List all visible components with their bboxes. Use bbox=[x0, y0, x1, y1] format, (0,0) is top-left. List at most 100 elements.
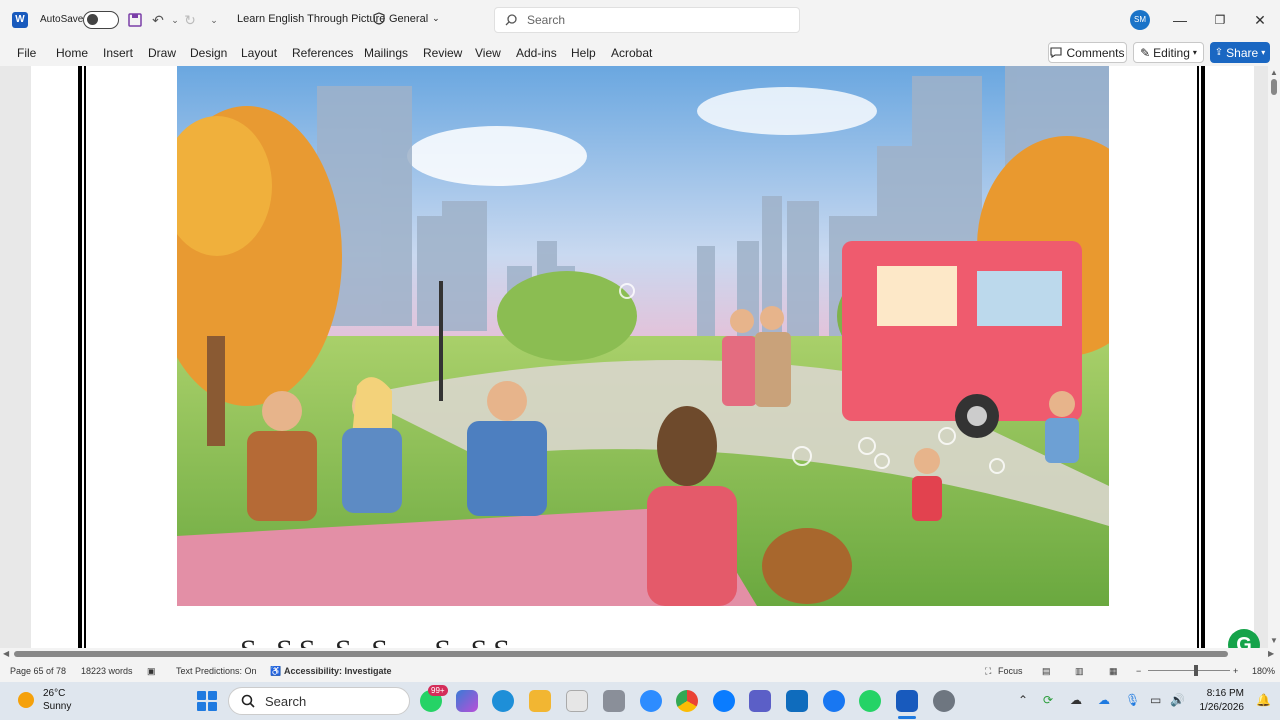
microphone-icon[interactable]: 🎙 bbox=[1125, 693, 1140, 707]
redo-icon[interactable]: ↻ bbox=[180, 10, 200, 30]
notifications-icon[interactable]: 🔔 bbox=[1256, 693, 1271, 707]
share-label: Share bbox=[1226, 45, 1259, 60]
search-icon bbox=[505, 14, 517, 26]
search-placeholder: Search bbox=[527, 13, 566, 27]
document-title[interactable]: Learn English Through Picture bbox=[237, 13, 385, 25]
accessibility-status[interactable]: Accessibility: Investigate bbox=[284, 666, 392, 676]
tab-home[interactable]: Home bbox=[56, 46, 88, 60]
text-predictions-status[interactable]: Text Predictions: On bbox=[176, 666, 257, 676]
tab-insert[interactable]: Insert bbox=[103, 46, 133, 60]
tab-view[interactable]: View bbox=[475, 46, 501, 60]
word-taskbar-icon[interactable] bbox=[896, 690, 918, 712]
read-mode-icon[interactable]: ▤ bbox=[1042, 666, 1051, 677]
comment-icon bbox=[1050, 47, 1063, 58]
horizontal-scrollbar[interactable]: ◀ ▶ bbox=[0, 648, 1280, 660]
web-layout-icon[interactable]: ▦ bbox=[1109, 666, 1118, 677]
title-bar: W AutoSave ↶ ⌄ ↻ ⌄ Learn English Through… bbox=[0, 0, 1280, 40]
copilot-icon[interactable] bbox=[456, 690, 478, 712]
park-scene-illustration[interactable] bbox=[177, 66, 1109, 606]
focus-button[interactable]: Focus bbox=[998, 666, 1023, 676]
tab-acrobat[interactable]: Acrobat bbox=[611, 46, 652, 60]
document-canvas[interactable]: S SS S S , S SS bbox=[0, 66, 1268, 648]
tab-design[interactable]: Design bbox=[190, 46, 227, 60]
zoom-out-icon[interactable]: − bbox=[1136, 666, 1141, 676]
mail-icon[interactable] bbox=[603, 690, 625, 712]
facebook-icon[interactable] bbox=[823, 690, 845, 712]
word-count[interactable]: 18223 words bbox=[81, 666, 133, 676]
outlook-icon[interactable] bbox=[786, 690, 808, 712]
ribbon-tabs: File Home Insert Draw Design Layout Refe… bbox=[0, 40, 1280, 66]
start-button[interactable] bbox=[197, 691, 217, 711]
tab-mailings[interactable]: Mailings bbox=[364, 46, 408, 60]
editing-label: Editing bbox=[1153, 45, 1190, 60]
scroll-down-arrow-icon[interactable]: ▼ bbox=[1270, 636, 1278, 645]
settings-gear-icon[interactable] bbox=[933, 690, 955, 712]
scroll-up-arrow-icon[interactable]: ▲ bbox=[1270, 68, 1278, 77]
chevron-down-icon: ▾ bbox=[1192, 48, 1197, 57]
clock-date: 1/26/2026 bbox=[1199, 702, 1245, 713]
restore-button[interactable]: ❐ bbox=[1210, 10, 1230, 30]
horizontal-scroll-thumb[interactable] bbox=[14, 651, 1228, 657]
sun-icon[interactable] bbox=[18, 692, 34, 708]
sensitivity-label[interactable]: General ⌄ bbox=[373, 12, 440, 25]
toggle-knob bbox=[87, 14, 98, 25]
editing-mode-button[interactable]: ✎ Editing ▾ bbox=[1133, 42, 1204, 63]
share-icon: ⇪ bbox=[1214, 47, 1224, 58]
cloud-icon[interactable]: ☁ bbox=[1070, 693, 1082, 707]
comments-button[interactable]: Comments bbox=[1048, 42, 1127, 63]
close-button[interactable]: ✕ bbox=[1250, 10, 1270, 30]
proofing-icon[interactable]: ▣ bbox=[147, 666, 156, 677]
minimize-button[interactable]: — bbox=[1170, 10, 1190, 30]
onedrive-icon[interactable]: ☁ bbox=[1098, 693, 1110, 707]
vertical-scroll-thumb[interactable] bbox=[1271, 79, 1277, 95]
tab-layout[interactable]: Layout bbox=[241, 46, 277, 60]
save-icon[interactable] bbox=[125, 10, 145, 30]
zoom-in-icon[interactable]: + bbox=[1233, 666, 1238, 676]
scroll-right-arrow-icon[interactable]: ▶ bbox=[1268, 649, 1274, 658]
page-border-left bbox=[78, 66, 86, 648]
chrome-icon[interactable] bbox=[676, 690, 698, 712]
tab-draw[interactable]: Draw bbox=[148, 46, 176, 60]
autosave-toggle[interactable] bbox=[83, 11, 119, 29]
tab-help[interactable]: Help bbox=[571, 46, 596, 60]
taskbar-search[interactable]: Search bbox=[228, 687, 410, 715]
sensitivity-text: General bbox=[389, 12, 429, 25]
whatsapp-app-icon[interactable] bbox=[859, 690, 881, 712]
sync-icon[interactable]: ⟳ bbox=[1043, 693, 1053, 707]
edge-icon[interactable] bbox=[492, 690, 514, 712]
volume-icon[interactable]: 🔊 bbox=[1170, 693, 1185, 707]
search-input[interactable]: Search bbox=[494, 7, 800, 33]
weather-widget[interactable]: 26°C Sunny bbox=[43, 687, 71, 713]
weather-condition: Sunny bbox=[43, 701, 72, 712]
share-button[interactable]: ⇪ Share ▾ bbox=[1210, 42, 1270, 63]
scroll-left-arrow-icon[interactable]: ◀ bbox=[3, 649, 9, 658]
customize-toolbar-icon[interactable]: ⌄ bbox=[204, 10, 224, 30]
tab-add-ins[interactable]: Add-ins bbox=[516, 46, 557, 60]
focus-icon: ⛶ bbox=[985, 666, 992, 676]
temperature: 26°C bbox=[43, 688, 66, 699]
accessibility-icon: ♿ bbox=[270, 666, 282, 676]
vertical-scrollbar[interactable]: ▲ ▼ bbox=[1268, 66, 1280, 648]
print-layout-icon[interactable]: ▥ bbox=[1075, 666, 1084, 677]
messenger-icon[interactable] bbox=[713, 690, 735, 712]
zoom-level[interactable]: 180% bbox=[1252, 666, 1275, 676]
file-explorer-icon[interactable] bbox=[529, 690, 551, 712]
shield-icon bbox=[373, 12, 385, 25]
word-app-icon[interactable]: W bbox=[12, 12, 28, 28]
chevron-up-icon[interactable]: ⌃ bbox=[1018, 693, 1028, 707]
zoom-slider-thumb[interactable] bbox=[1194, 665, 1198, 676]
avatar[interactable]: SM bbox=[1130, 10, 1150, 30]
page-count[interactable]: Page 65 of 78 bbox=[10, 666, 66, 676]
body-text-line[interactable]: S SS S S , S SS bbox=[240, 636, 1000, 648]
tab-review[interactable]: Review bbox=[423, 46, 462, 60]
microsoft-store-icon[interactable] bbox=[566, 690, 588, 712]
zoom-icon[interactable] bbox=[640, 690, 662, 712]
tab-file[interactable]: File bbox=[17, 46, 36, 60]
zoom-slider[interactable] bbox=[1148, 670, 1230, 671]
chevron-down-icon: ⌄ bbox=[432, 13, 440, 23]
taskbar-search-label: Search bbox=[265, 693, 307, 709]
teams-icon[interactable] bbox=[749, 690, 771, 712]
tab-references[interactable]: References bbox=[292, 46, 353, 60]
system-clock[interactable]: 8:16 PM 1/26/2026 bbox=[1194, 687, 1245, 715]
network-icon[interactable]: ▭ bbox=[1150, 693, 1161, 707]
